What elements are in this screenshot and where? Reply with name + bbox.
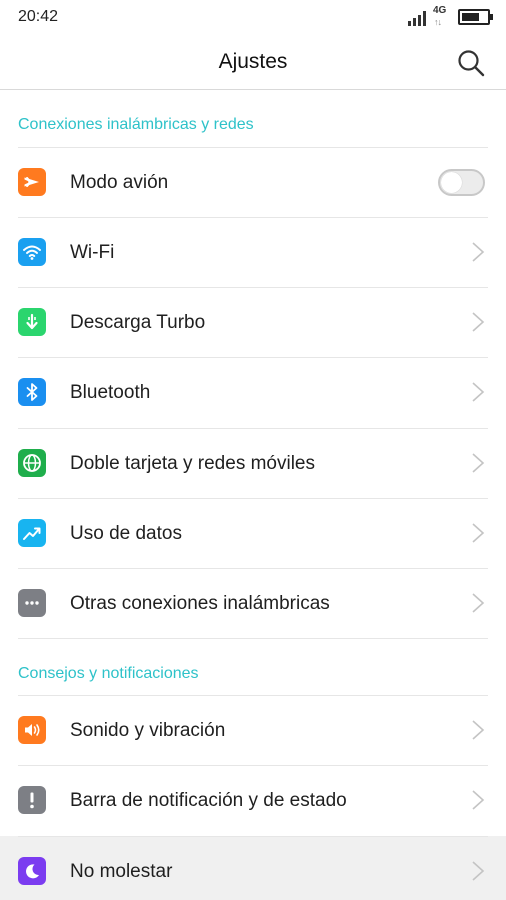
divider	[18, 147, 488, 148]
exclamation-icon	[18, 786, 46, 814]
setting-other-wireless[interactable]: Otras conexiones inalámbricas	[0, 568, 506, 638]
divider	[18, 836, 488, 837]
toggle-knob	[441, 172, 462, 193]
divider	[18, 217, 488, 218]
network-type-indicator: 4G ↑↓	[432, 5, 450, 29]
speaker-icon	[18, 716, 46, 744]
setting-notification-bar[interactable]: Barra de notificación y de estado	[0, 765, 506, 835]
setting-label: Modo avión	[70, 172, 169, 193]
setting-label: Otras conexiones inalámbricas	[70, 593, 330, 614]
section-header-wireless: Conexiones inalámbricas y redes	[18, 116, 254, 133]
chevron-right-icon	[472, 523, 485, 543]
divider	[18, 765, 488, 766]
section-header-notifications: Consejos y notificaciones	[18, 665, 199, 682]
setting-dual-sim[interactable]: Doble tarjeta y redes móviles	[0, 428, 506, 498]
setting-label: Descarga Turbo	[70, 312, 206, 333]
bluetooth-icon	[18, 378, 46, 406]
status-time: 20:42	[18, 8, 59, 25]
download-arrow-icon	[18, 308, 46, 336]
setting-label: No molestar	[70, 861, 173, 882]
divider	[18, 498, 488, 499]
setting-sound-vibration[interactable]: Sonido y vibración	[0, 695, 506, 765]
app-header: Ajustes	[0, 34, 506, 90]
search-icon[interactable]	[456, 48, 486, 78]
airplane-mode-toggle[interactable]	[438, 169, 485, 196]
setting-bluetooth[interactable]: Bluetooth	[0, 357, 506, 427]
more-dots-icon	[18, 589, 46, 617]
divider	[18, 428, 488, 429]
moon-icon	[18, 857, 46, 885]
chevron-right-icon	[472, 312, 485, 332]
setting-label: Doble tarjeta y redes móviles	[70, 453, 315, 474]
setting-wifi[interactable]: Wi-Fi	[0, 217, 506, 287]
chevron-right-icon	[472, 242, 485, 262]
setting-download-turbo[interactable]: Descarga Turbo	[0, 287, 506, 357]
setting-do-not-disturb[interactable]: No molestar	[0, 836, 506, 900]
chevron-right-icon	[472, 453, 485, 473]
divider	[18, 638, 488, 639]
network-type-label: 4G	[433, 5, 447, 16]
divider	[18, 287, 488, 288]
page-title: Ajustes	[218, 50, 288, 73]
chevron-right-icon	[472, 720, 485, 740]
globe-icon	[18, 449, 46, 477]
airplane-icon	[18, 168, 46, 196]
setting-label: Uso de datos	[70, 523, 182, 544]
divider	[18, 695, 488, 696]
chevron-right-icon	[472, 382, 485, 402]
status-bar: 20:42 4G ↑↓	[0, 0, 506, 34]
battery-icon	[458, 9, 493, 25]
wifi-icon	[18, 238, 46, 266]
setting-label: Bluetooth	[70, 382, 151, 403]
setting-label: Wi-Fi	[70, 242, 115, 263]
setting-data-usage[interactable]: Uso de datos	[0, 498, 506, 568]
setting-label: Barra de notificación y de estado	[70, 790, 347, 811]
divider	[18, 568, 488, 569]
setting-label: Sonido y vibración	[70, 720, 226, 741]
chevron-right-icon	[472, 593, 485, 613]
data-usage-icon	[18, 519, 46, 547]
setting-airplane-mode[interactable]: Modo avión	[0, 147, 506, 217]
network-activity-arrows: ↑↓	[434, 17, 442, 27]
divider	[18, 357, 488, 358]
chevron-right-icon	[472, 790, 485, 810]
signal-strength-icon	[408, 11, 426, 26]
chevron-right-icon	[472, 861, 485, 881]
